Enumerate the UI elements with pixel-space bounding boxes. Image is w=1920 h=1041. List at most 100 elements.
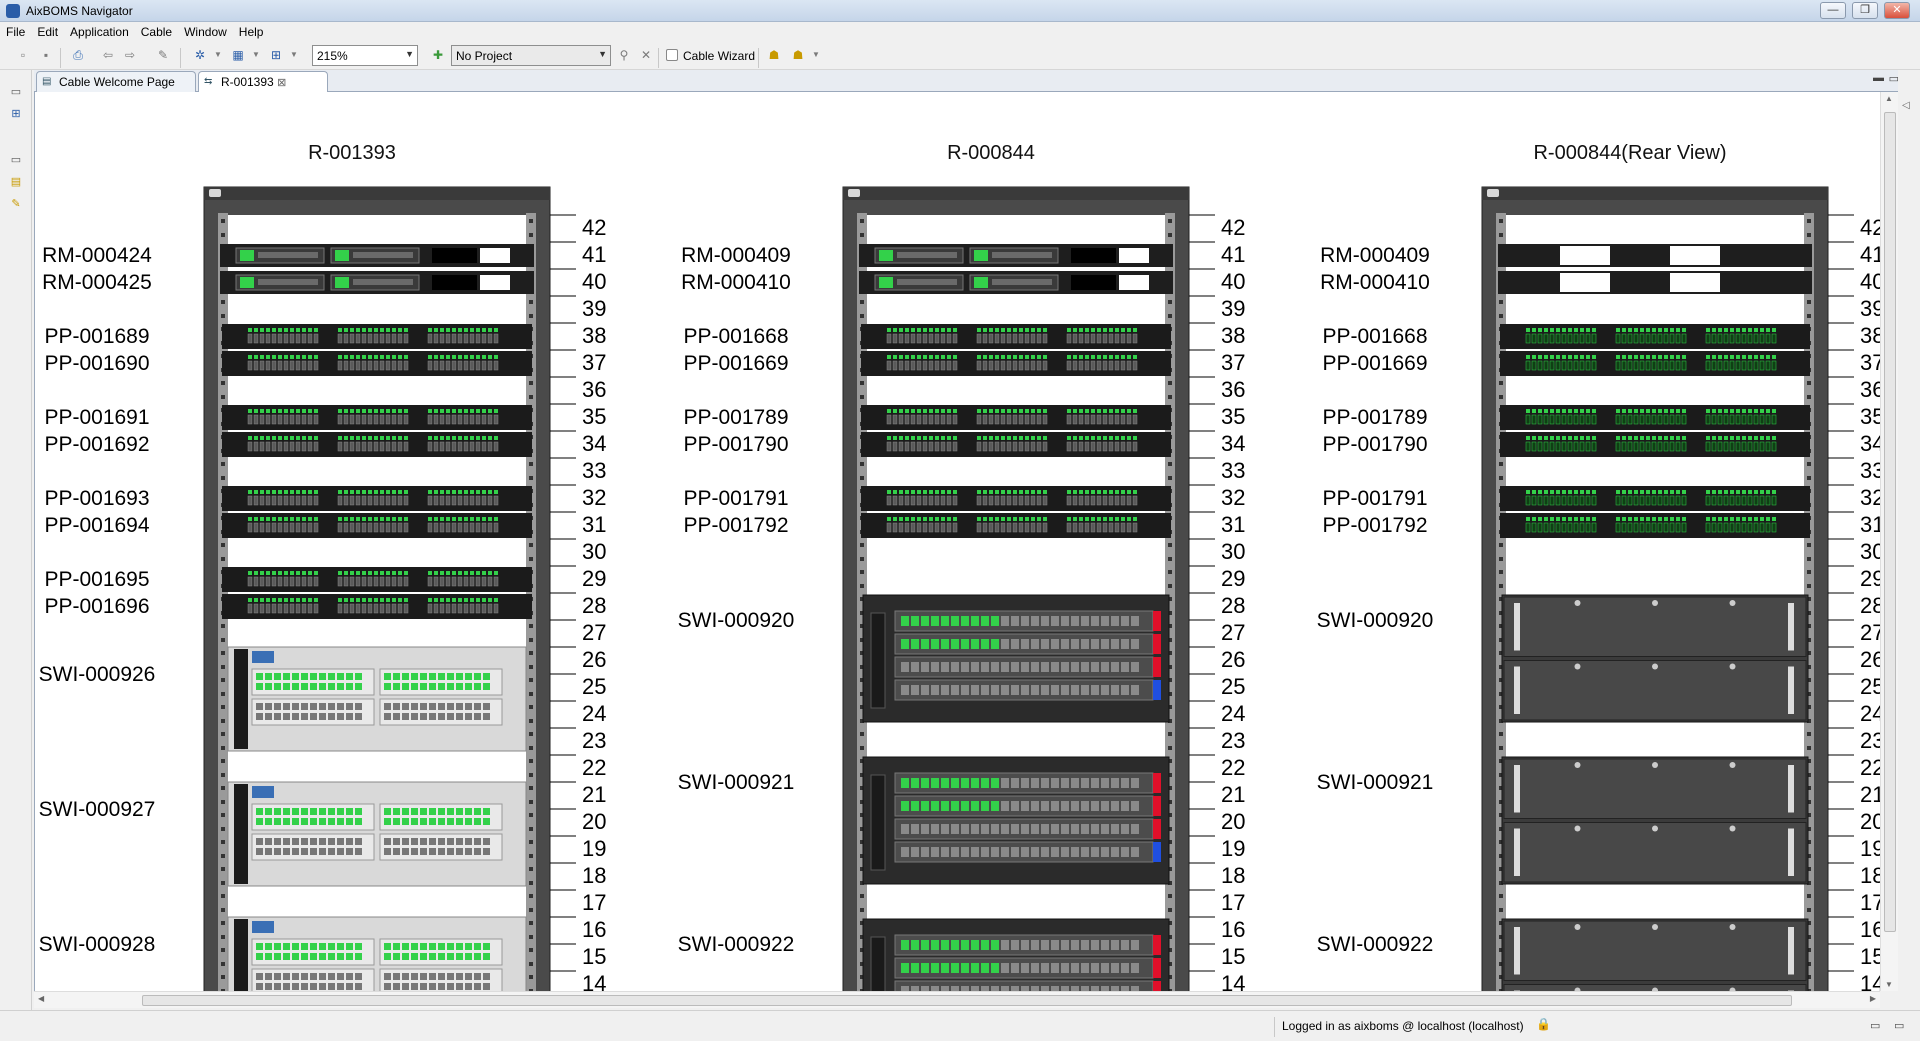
chevron-down-icon[interactable]: ▼ [248,47,264,63]
scroll-up-icon[interactable]: ▲ [1885,94,1893,103]
save-icon[interactable]: ▫ [15,47,31,63]
properties-icon[interactable]: ▤ [8,174,24,190]
device-swi-000920[interactable]: SWI-000920 [678,594,1170,723]
menu-edit[interactable]: Edit [31,22,64,39]
navigator-icon[interactable]: ⊞ [8,106,24,122]
chevron-down-icon[interactable]: ▼ [286,47,302,63]
device-label: RM-000424 [42,244,152,267]
device-pp-001790[interactable]: PP-001790 [683,432,1171,457]
device-pp-001791[interactable]: PP-001791 [1322,486,1810,511]
rack-canvas[interactable]: R-001393 42 41 40 39 38 37 36 35 34 33 32 31 30 29 28 27… [34,92,1880,991]
device-pp-001696[interactable]: PP-001696 [44,594,532,619]
device-swi-000921[interactable]: SWI-000921 [1317,756,1809,885]
menu-file[interactable]: File [0,22,31,39]
device-pp-001790[interactable]: PP-001790 [1322,432,1810,457]
rm-status-led [974,277,988,288]
device-pp-001689[interactable]: PP-001689 [44,324,532,349]
chevron-down-icon[interactable]: ▼ [808,47,824,63]
vertical-scrollbar[interactable]: ▲ ▼ [1880,92,1898,991]
device-swi-000922[interactable]: SWI-000922 [1317,918,1809,991]
horizontal-scroll-thumb[interactable] [142,995,1792,1006]
restore-icon[interactable]: ▭ [8,152,24,168]
menu-cable[interactable]: Cable [135,22,178,39]
port-led [1133,409,1137,413]
device-pp-001692[interactable]: PP-001692 [44,432,532,457]
maximize-button[interactable]: ❐ [1852,2,1878,19]
minimize-button[interactable]: — [1820,2,1846,19]
device-pp-001789[interactable]: PP-001789 [1322,405,1810,430]
port-led [1127,517,1131,521]
tab-close-icon[interactable]: ⊠ [277,77,286,89]
cable-wizard-checkbox[interactable] [666,49,678,61]
device-pp-001789[interactable]: PP-001789 [683,405,1171,430]
device-rm-000410[interactable]: RM-000410 [681,271,1173,294]
device-pp-001792[interactable]: PP-001792 [1322,513,1810,538]
device-pp-001695[interactable]: PP-001695 [44,567,532,592]
port [1543,360,1549,371]
maximize-view-icon[interactable]: ▭ [1894,1019,1904,1032]
device-pp-001690[interactable]: PP-001690 [44,351,532,376]
scroll-left-icon[interactable]: ◀ [38,994,44,1003]
device-swi-000921[interactable]: SWI-000921 [678,756,1170,885]
horizontal-scrollbar[interactable]: ◀ ▶ [34,991,1880,1008]
device-swi-000920[interactable]: SWI-000920 [1317,594,1809,723]
scroll-right-icon[interactable]: ▶ [1870,994,1876,1003]
device-swi-000922[interactable]: SWI-000922 [678,918,1170,991]
project-select[interactable]: No Project ▼ [451,45,611,66]
port [1591,360,1597,371]
users-icon[interactable]: ☗ [766,47,782,63]
minimize-view-icon[interactable]: ▬ [1873,72,1884,84]
unit-number: 32 [1221,485,1245,510]
menu-help[interactable]: Help [233,22,270,39]
restore-icon[interactable]: ▭ [8,84,24,100]
save-all-icon[interactable]: ▪ [38,47,54,63]
user-settings-icon[interactable]: ☗ [790,47,806,63]
port [385,522,391,533]
port-led [995,355,999,359]
device-pp-001791[interactable]: PP-001791 [683,486,1171,511]
print-icon[interactable]: ⎙ [70,47,86,63]
device-rm-000409[interactable]: RM-000409 [681,244,1173,267]
zoom-select[interactable]: 215% ▼ [312,45,418,66]
device-pp-001691[interactable]: PP-001691 [44,405,532,430]
grid-icon[interactable]: ▦ [230,47,246,63]
device-rm-000410[interactable]: RM-000410 [1320,271,1812,294]
device-pp-001669[interactable]: PP-001669 [683,351,1171,376]
rack-diagram[interactable]: R-00139342414039383736353433323130292827… [35,92,1880,991]
device-rm-000409[interactable]: RM-000409 [1320,244,1812,267]
port-led [1532,517,1536,521]
chevron-down-icon[interactable]: ▼ [210,47,226,63]
device-pp-001669[interactable]: PP-001669 [1322,351,1810,376]
collapse-icon[interactable]: ◁ [1902,100,1910,111]
vertical-scroll-thumb[interactable] [1884,112,1896,932]
tab-r-001393[interactable]: ⇆ R-001393 ⊠ [198,71,328,92]
device-rm-000424[interactable]: RM-000424 [42,244,534,267]
device-swi-000927[interactable]: SWI-000927 [39,781,527,887]
back-icon[interactable]: ⇦ [100,47,116,63]
port-led [1526,355,1530,359]
device-swi-000928[interactable]: SWI-000928 [39,916,527,991]
pin-icon[interactable]: ✎ [155,47,171,63]
tab-cable-welcome-page[interactable]: ▤ Cable Welcome Page [36,71,196,92]
filter-icon[interactable]: ⚲ [616,47,632,63]
forward-icon[interactable]: ⇨ [122,47,138,63]
menu-window[interactable]: Window [178,22,233,39]
close-button[interactable]: ✕ [1884,2,1910,19]
restore-icon[interactable]: ▭ [1870,1019,1880,1032]
edit-icon[interactable]: ✎ [8,196,24,212]
layout-icon[interactable]: ✲ [192,47,208,63]
device-rm-000425[interactable]: RM-000425 [42,271,534,294]
cisco-port [951,963,959,973]
clear-icon[interactable]: ✕ [638,47,654,63]
device-pp-001668[interactable]: PP-001668 [683,324,1171,349]
menu-application[interactable]: Application [64,22,135,39]
device-pp-001693[interactable]: PP-001693 [44,486,532,511]
device-pp-001792[interactable]: PP-001792 [683,513,1171,538]
hp-port [411,713,418,720]
scroll-down-icon[interactable]: ▼ [1885,980,1893,989]
tree-icon[interactable]: ⊞ [268,47,284,63]
project-pin-icon[interactable]: ✚ [430,47,446,63]
device-pp-001694[interactable]: PP-001694 [44,513,532,538]
device-swi-000926[interactable]: SWI-000926 [39,646,527,752]
device-pp-001668[interactable]: PP-001668 [1322,324,1810,349]
